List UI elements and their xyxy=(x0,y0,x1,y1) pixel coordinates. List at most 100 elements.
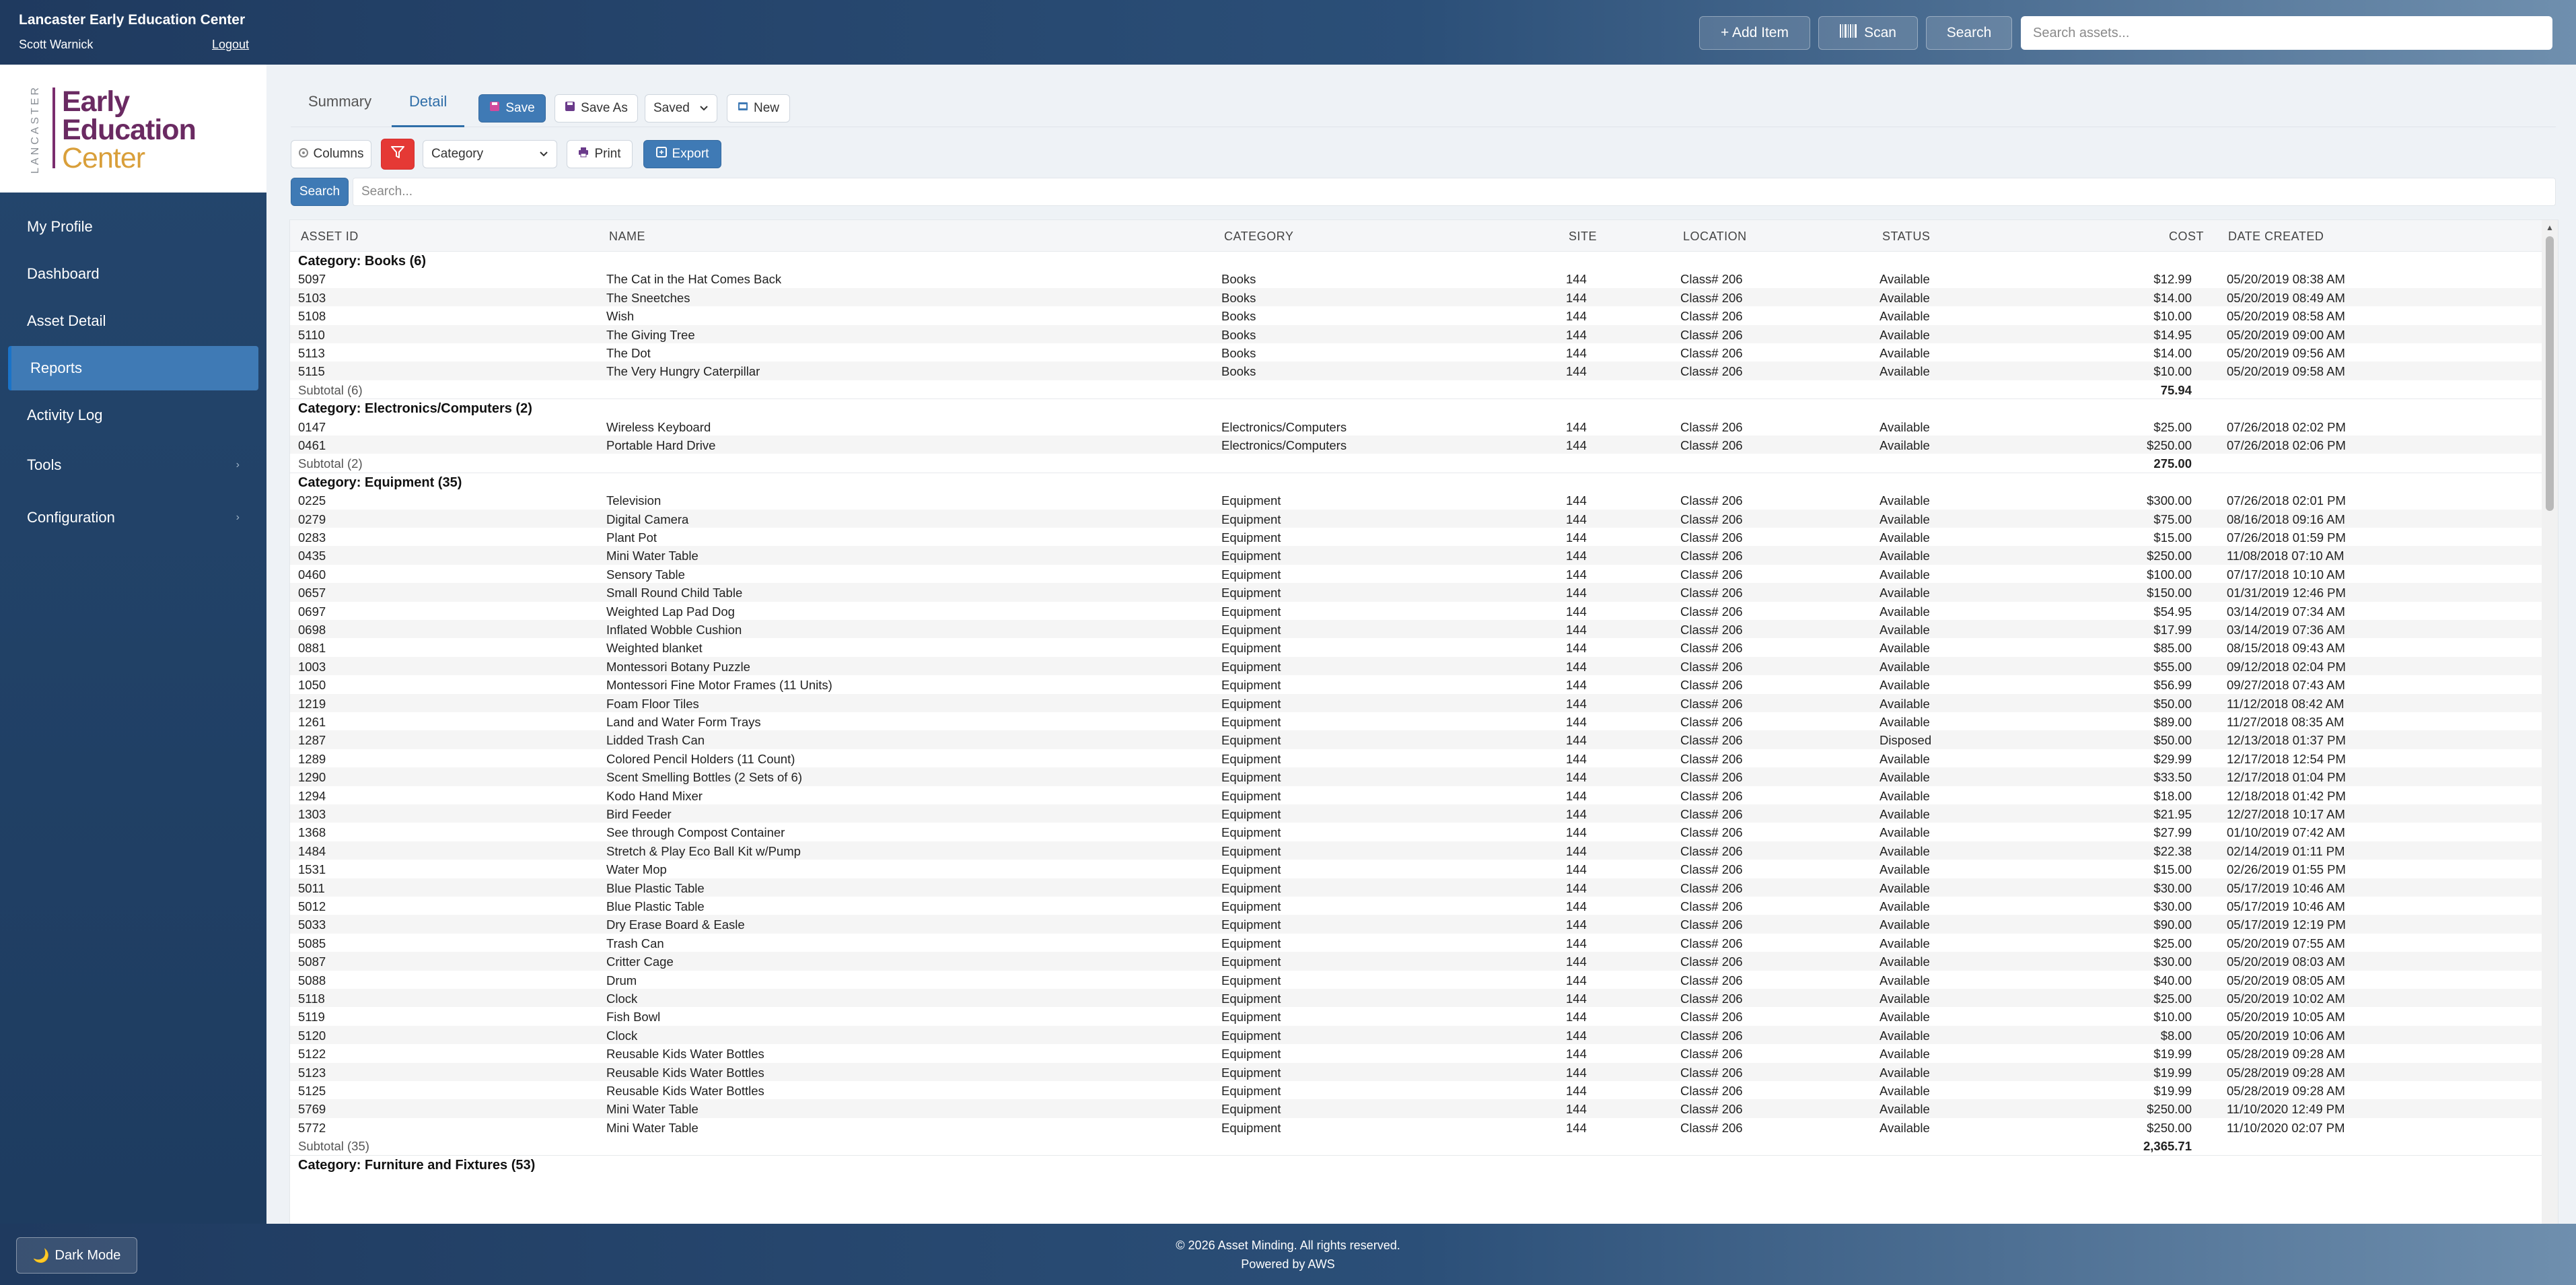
save-button[interactable]: Save xyxy=(478,94,546,123)
add-item-button[interactable]: + Add Item xyxy=(1699,16,1810,50)
logout-link[interactable]: Logout xyxy=(212,38,249,52)
column-header-date-created[interactable]: DATE CREATED xyxy=(2228,230,2324,244)
table-cell: Class# 206 xyxy=(1680,751,1743,766)
table-row[interactable]: 1003 Montessori Botany Puzzle Equipment 144… xyxy=(290,656,2542,676)
table-cell: 144 xyxy=(1566,346,1587,360)
table-row[interactable]: 5120 Clock Equipment 144 Class# 206 Available… xyxy=(290,1025,2542,1045)
asset-search-input[interactable] xyxy=(2021,16,2552,50)
table-row[interactable]: 5772 Mini Water Table Equipment 144 Class# 2… xyxy=(290,1118,2542,1136)
table-row[interactable]: 0698 Inflated Wobble Cushion Equipment 144 C… xyxy=(290,620,2542,639)
column-header-cost[interactable]: COST xyxy=(2169,230,2204,244)
logo-accent-bar xyxy=(52,88,55,168)
table-row[interactable]: 5088 Drum Equipment 144 Class# 206 Available $… xyxy=(290,971,2542,989)
sidebar-item-configuration[interactable]: Configuration › xyxy=(8,495,258,540)
group-header[interactable]: Category: Furniture and Fixtures (53) xyxy=(290,1154,2542,1174)
dark-mode-toggle[interactable]: 🌙 Dark Mode xyxy=(16,1237,137,1274)
column-header-status[interactable]: STATUS xyxy=(1882,230,1930,244)
scroll-up-icon[interactable]: ▲ xyxy=(2546,223,2554,232)
sidebar-item-activity-log[interactable]: Activity Log xyxy=(8,393,258,438)
sidebar-item-asset-detail[interactable]: Asset Detail xyxy=(8,299,258,343)
tab-detail[interactable]: Detail xyxy=(409,93,447,110)
table-cell: 144 xyxy=(1566,733,1587,748)
table-row[interactable]: 5033 Dry Erase Board & Easle Equipment 144 C… xyxy=(290,915,2542,934)
table-row[interactable]: 1484 Stretch & Play Eco Ball Kit w/Pump Eq… xyxy=(290,841,2542,860)
table-row[interactable]: 0435 Mini Water Table Equipment 144 Class# 2… xyxy=(290,546,2542,565)
column-header-category[interactable]: CATEGORY xyxy=(1224,230,1293,244)
table-row[interactable]: 0283 Plant Pot Equipment 144 Class# 206 Avail… xyxy=(290,528,2542,546)
export-button[interactable]: Export xyxy=(643,140,721,168)
table-cell: Equipment xyxy=(1221,493,1281,508)
save-as-button[interactable]: Save As xyxy=(554,94,638,123)
table-row[interactable]: 5087 Critter Cage Equipment 144 Class# 206 Av… xyxy=(290,952,2542,971)
table-row[interactable]: 1368 See through Compost Container Equipme… xyxy=(290,823,2542,841)
table-cell: 03/14/2019 07:34 AM xyxy=(2227,604,2345,619)
table-row[interactable]: 5012 Blue Plastic Table Equipment 144 Class#… xyxy=(290,897,2542,915)
table-row[interactable]: 1050 Montessori Fine Motor Frames (11 Uni… xyxy=(290,675,2542,693)
table-row[interactable]: 5113 The Dot Books 144 Class# 206 Available $1… xyxy=(290,343,2542,361)
table-search-input[interactable] xyxy=(353,178,2556,206)
sidebar-item-my-profile[interactable]: My Profile xyxy=(8,205,258,249)
table-row[interactable]: 1261 Land and Water Form Trays Equipment 14… xyxy=(290,712,2542,730)
table-row[interactable]: 1219 Foam Floor Tiles Equipment 144 Class# 2… xyxy=(290,693,2542,712)
table-row[interactable]: 5108 Wish Books 144 Class# 206 Available $10.0… xyxy=(290,306,2542,324)
table-search-button[interactable]: Search xyxy=(291,178,349,206)
table-row[interactable]: 0697 Weighted Lap Pad Dog Equipment 144 Clas… xyxy=(290,602,2542,620)
table-row[interactable]: 0657 Small Round Child Table Equipment 144 C… xyxy=(290,583,2542,602)
sidebar-item-dashboard[interactable]: Dashboard xyxy=(8,252,258,296)
header-search-button[interactable]: Search xyxy=(1926,16,2012,50)
table-row[interactable]: 0147 Wireless Keyboard Electronics/Compute… xyxy=(290,417,2542,436)
table-row[interactable]: 0460 Sensory Table Equipment 144 Class# 206 A… xyxy=(290,565,2542,583)
column-header-name[interactable]: NAME xyxy=(609,230,645,244)
table-row[interactable]: 1303 Bird Feeder Equipment 144 Class# 206 Ava… xyxy=(290,804,2542,823)
sidebar-item-reports[interactable]: Reports xyxy=(8,346,258,390)
column-header-location[interactable]: LOCATION xyxy=(1683,230,1747,244)
column-header-asset-id[interactable]: ASSET ID xyxy=(301,230,359,244)
table-row[interactable]: 5110 The Giving Tree Books 144 Class# 206 Ava… xyxy=(290,324,2542,343)
table-row[interactable]: 5118 Clock Equipment 144 Class# 206 Available… xyxy=(290,989,2542,1008)
table-cell: Equipment xyxy=(1221,770,1281,785)
table-row[interactable]: 0225 Television Equipment 144 Class# 206 Avai… xyxy=(290,491,2542,509)
print-button[interactable]: Print xyxy=(567,140,633,168)
table-cell: 5088 xyxy=(298,973,326,987)
table-row[interactable]: 1290 Scent Smelling Bottles (2 Sets of 6)… xyxy=(290,767,2542,786)
tab-summary[interactable]: Summary xyxy=(308,93,371,110)
group-by-select[interactable]: Category xyxy=(423,140,557,168)
table-row[interactable]: 0279 Digital Camera Equipment 144 Class# 206… xyxy=(290,509,2542,528)
table-cell: Available xyxy=(1880,346,1930,360)
table-row[interactable]: 5769 Mini Water Table Equipment 144 Class# 2… xyxy=(290,1099,2542,1118)
scrollbar-thumb[interactable] xyxy=(2546,236,2554,511)
table-cell: 144 xyxy=(1566,290,1587,305)
table-cell: 11/12/2018 08:42 AM xyxy=(2227,696,2345,711)
table-cell: Equipment xyxy=(1221,1065,1281,1080)
table-row[interactable]: 5119 Fish Bowl Equipment 144 Class# 206 Avail… xyxy=(290,1007,2542,1025)
table-cell: Available xyxy=(1880,973,1930,987)
table-row[interactable]: 5097 The Cat in the Hat Comes Back Books 14… xyxy=(290,269,2542,287)
group-header[interactable]: Category: Equipment (35) xyxy=(290,472,2542,491)
table-row[interactable]: 5085 Trash Can Equipment 144 Class# 206 Avail… xyxy=(290,934,2542,952)
table-row[interactable]: 1287 Lidded Trash Can Equipment 144 Class# 2… xyxy=(290,730,2542,749)
group-header[interactable]: Category: Books (6) xyxy=(290,251,2542,270)
saved-reports-select[interactable]: Saved xyxy=(645,94,717,123)
table-scrollbar[interactable]: ▲ ▼ xyxy=(2542,220,2558,1257)
table-row[interactable]: 5011 Blue Plastic Table Equipment 144 Class#… xyxy=(290,878,2542,897)
table-row[interactable]: 5125 Reusable Kids Water Bottles Equipment… xyxy=(290,1081,2542,1099)
group-header[interactable]: Category: Electronics/Computers (2) xyxy=(290,398,2542,417)
table-row[interactable]: 5123 Reusable Kids Water Bottles Equipment… xyxy=(290,1062,2542,1081)
scan-button[interactable]: Scan xyxy=(1818,16,1918,50)
table-row[interactable]: 5122 Reusable Kids Water Bottles Equipment… xyxy=(290,1044,2542,1062)
sidebar-item-tools[interactable]: Tools › xyxy=(8,443,258,487)
column-header-site[interactable]: SITE xyxy=(1569,230,1597,244)
table-row[interactable]: 1289 Colored Pencil Holders (11 Count) Equ… xyxy=(290,749,2542,767)
table-row[interactable]: 1531 Water Mop Equipment 144 Class# 206 Avail… xyxy=(290,860,2542,878)
table-row[interactable]: 1294 Kodo Hand Mixer Equipment 144 Class# 20… xyxy=(290,786,2542,804)
table-row[interactable]: 0881 Weighted blanket Equipment 144 Class# 2… xyxy=(290,638,2542,656)
table-cell: 144 xyxy=(1566,1010,1587,1024)
table-row[interactable]: 0461 Portable Hard Drive Electronics/Compu… xyxy=(290,436,2542,454)
table-row[interactable]: 5115 The Very Hungry Caterpillar Books 144 C… xyxy=(290,361,2542,380)
table-row[interactable]: 5103 The Sneetches Books 144 Class# 206 Avail… xyxy=(290,287,2542,307)
filter-button[interactable] xyxy=(381,139,415,170)
table-cell: Equipment xyxy=(1221,733,1281,748)
table-cell: Class# 206 xyxy=(1680,512,1743,526)
new-button[interactable]: New xyxy=(727,94,790,123)
columns-button[interactable]: Columns xyxy=(291,140,371,168)
